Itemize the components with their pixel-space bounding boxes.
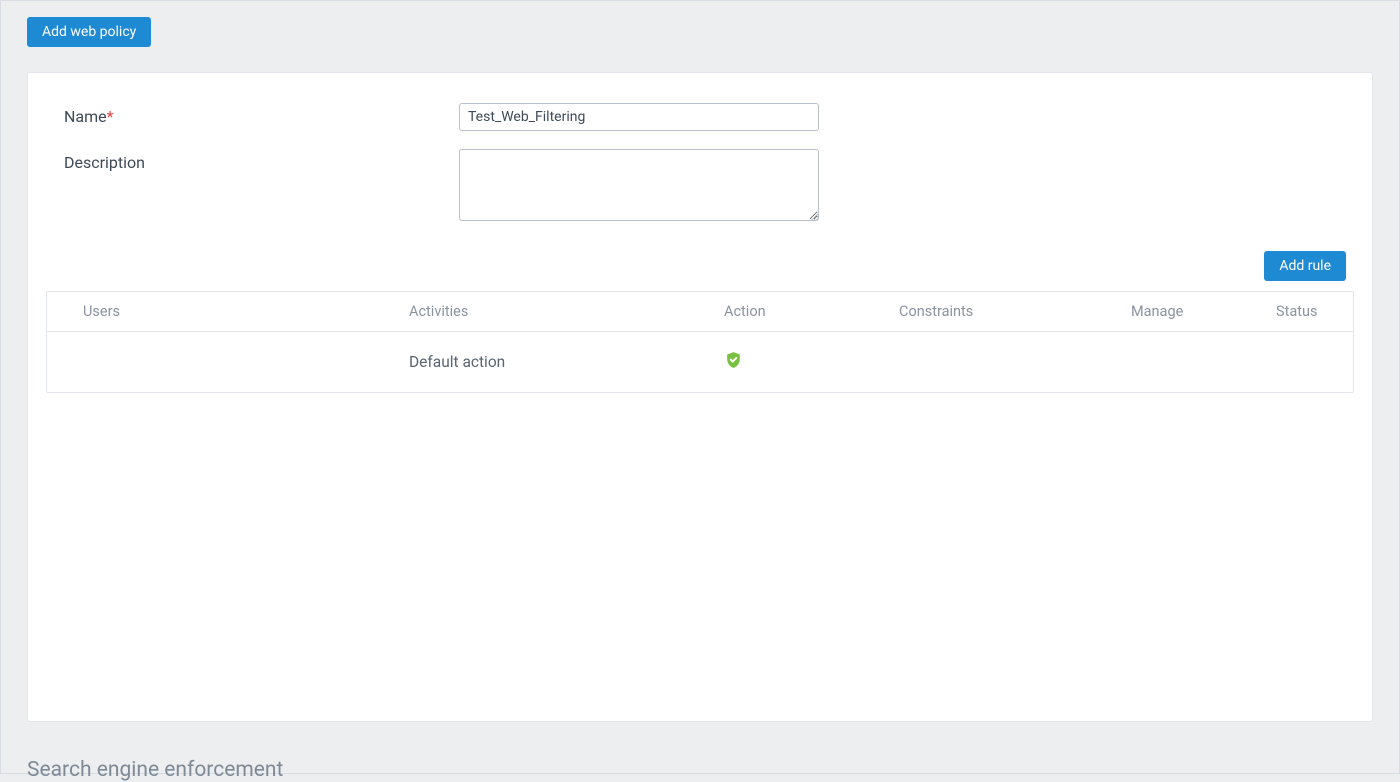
rules-table: Users Activities Action Constraints Mana… bbox=[46, 291, 1354, 393]
col-header-users: Users bbox=[47, 303, 409, 320]
form-row-description: Description bbox=[46, 149, 1354, 221]
col-header-status: Status bbox=[1276, 303, 1353, 320]
description-label: Description bbox=[64, 149, 459, 172]
description-textarea[interactable] bbox=[459, 149, 819, 221]
required-asterisk-icon: * bbox=[107, 107, 114, 126]
col-header-activities: Activities bbox=[409, 303, 724, 320]
rules-actions: Add rule bbox=[46, 251, 1354, 281]
search-engine-enforcement-heading: Search engine enforcement bbox=[27, 758, 1373, 782]
shield-check-icon bbox=[724, 350, 743, 374]
col-header-manage: Manage bbox=[1131, 303, 1276, 320]
cell-activities: Default action bbox=[409, 353, 724, 371]
name-label: Name* bbox=[64, 103, 459, 126]
name-input[interactable] bbox=[459, 103, 819, 131]
cell-action bbox=[724, 350, 899, 374]
table-row: Default action bbox=[47, 332, 1353, 392]
add-web-policy-button[interactable]: Add web policy bbox=[27, 17, 151, 47]
form-row-name: Name* bbox=[46, 103, 1354, 131]
col-header-constraints: Constraints bbox=[899, 303, 1131, 320]
add-rule-button[interactable]: Add rule bbox=[1264, 251, 1346, 281]
name-label-text: Name bbox=[64, 107, 107, 126]
policy-panel: Name* Description Add rule Users Activit… bbox=[27, 72, 1373, 722]
rules-table-header: Users Activities Action Constraints Mana… bbox=[47, 292, 1353, 332]
col-header-action: Action bbox=[724, 303, 899, 320]
